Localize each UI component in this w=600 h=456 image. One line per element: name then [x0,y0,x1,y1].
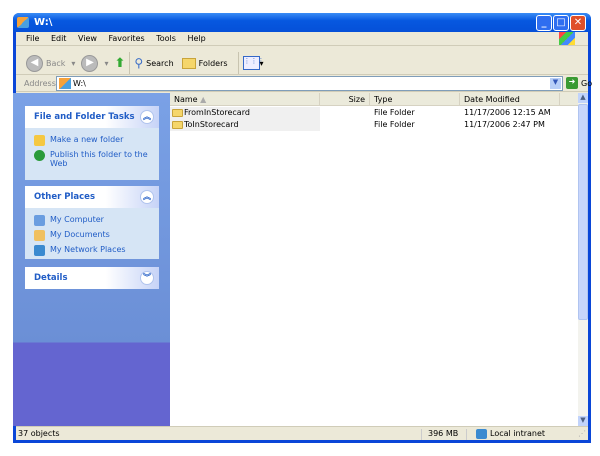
column-size[interactable]: Size [320,93,370,106]
folders-icon [181,57,196,69]
window-title: W:\ [34,17,53,28]
details-panel: Details ︾ [25,267,159,289]
address-input[interactable]: W:\ ▼ [56,76,563,91]
column-name[interactable]: Name ▲ [170,93,320,106]
up-folder-button[interactable]: ⬆ [114,56,125,71]
file-folder-tasks-panel: File and Folder Tasks ︽ Make a new folder… [25,106,159,180]
toolbar: ◀ Back ▾ ▶ ▾ ⬆ ⚲ Search Folders ⋮⋮⋮ ▾ [16,46,588,75]
new-folder-icon [34,135,45,146]
toolbar-separator [129,52,131,74]
intranet-icon [476,429,487,439]
forward-button[interactable]: ▶ [81,54,99,72]
file-name: ToInStorecard [184,120,239,129]
link-label: My Documents [50,230,110,239]
network-icon [34,245,45,256]
views-dropdown-icon[interactable]: ▾ [260,59,264,68]
windows-logo-icon [559,32,575,45]
globe-icon [34,150,45,161]
scroll-up-button[interactable]: ▲ [578,93,588,103]
forward-dropdown-icon[interactable]: ▾ [104,59,108,68]
file-name: FromInStorecard [184,108,250,117]
header-label: Name [174,95,198,104]
panel-title: Other Places [34,192,95,202]
collapse-icon[interactable]: ︽ [140,190,154,204]
status-size: 396 MB [428,429,459,438]
status-zone: Local intranet [490,429,546,438]
link-label: My Computer [50,215,104,224]
panel-header[interactable]: Details ︾ [25,267,159,289]
column-headers: Name ▲ Size Type Date Modified [170,93,578,106]
my-documents-link[interactable]: My Documents [25,228,159,243]
resize-grip-icon[interactable]: ⋰ [578,429,586,438]
explorer-window: W:\ _ □ ✕ File Edit View Favorites Tools… [13,13,592,443]
panel-header[interactable]: File and Folder Tasks ︽ [25,106,159,128]
address-dropdown-icon[interactable]: ▼ [550,78,561,89]
status-object-count: 37 objects [18,429,60,438]
file-date: 11/17/2006 12:15 AM [464,108,551,117]
menu-edit[interactable]: Edit [51,34,67,43]
address-label: Address [24,79,56,88]
drive-icon [59,78,71,89]
scroll-down-button[interactable]: ▼ [578,416,588,426]
folder-icon [172,120,183,129]
scroll-thumb[interactable] [578,104,588,320]
link-label: My Network Places [50,245,126,254]
file-row[interactable]: FromInStorecard File Folder 11/17/2006 1… [170,107,578,119]
vertical-scrollbar[interactable]: ▲ ▼ [578,93,588,426]
folders-button[interactable]: Folders [199,59,228,68]
menu-tools[interactable]: Tools [156,34,176,43]
search-icon: ⚲ [134,56,144,70]
file-type: File Folder [374,120,415,129]
search-button[interactable]: Search [146,59,173,68]
menu-favorites[interactable]: Favorites [109,34,145,43]
menu-help[interactable]: Help [187,34,205,43]
go-arrow-icon: ➜ [566,77,578,89]
back-arrow-icon[interactable]: ◀ [26,54,43,72]
back-dropdown-icon[interactable]: ▾ [71,59,75,68]
panel-header[interactable]: Other Places ︽ [25,186,159,208]
menu-bar: File Edit View Favorites Tools Help [16,32,588,46]
link-label: Publish this folder to the Web [50,150,148,168]
documents-icon [34,230,45,241]
minimize-button[interactable]: _ [536,15,552,31]
go-button[interactable]: ➜ Go [566,77,592,89]
make-new-folder-link[interactable]: Make a new folder [25,133,159,148]
views-button[interactable]: ⋮⋮⋮ [242,56,265,70]
task-pane: File and Folder Tasks ︽ Make a new folder… [13,93,170,426]
my-computer-link[interactable]: My Computer [25,213,159,228]
column-type[interactable]: Type [370,93,460,106]
file-type: File Folder [374,108,415,117]
my-network-places-link[interactable]: My Network Places [25,243,159,258]
panel-title: File and Folder Tasks [34,112,135,122]
other-places-panel: Other Places ︽ My Computer My Documents M… [25,186,159,259]
column-date-modified[interactable]: Date Modified [460,93,560,106]
panel-title: Details [34,273,68,283]
link-label: Make a new folder [50,135,124,144]
expand-icon[interactable]: ︾ [140,271,154,285]
file-list: Name ▲ Size Type Date Modified FromInSto… [170,93,578,426]
file-date: 11/17/2006 2:47 PM [464,120,545,129]
address-bar: Address W:\ ▼ ➜ Go [16,75,592,92]
publish-folder-link[interactable]: Publish this folder to the Web [25,148,159,170]
drive-icon [17,17,29,28]
close-button[interactable]: ✕ [570,15,586,31]
status-bar: 37 objects 396 MB Local intranet ⋰ [16,426,588,440]
address-value: W:\ [73,79,86,88]
folder-icon [172,108,183,117]
toolbar-separator [237,52,239,74]
title-bar[interactable]: W:\ _ □ ✕ [13,13,591,32]
file-row[interactable]: ToInStorecard File Folder 11/17/2006 2:4… [170,119,578,131]
menu-file[interactable]: File [26,34,39,43]
maximize-button[interactable]: □ [553,15,569,31]
sort-ascending-icon: ▲ [200,95,207,104]
menu-view[interactable]: View [78,34,97,43]
back-button[interactable]: Back [46,59,65,68]
computer-icon [34,215,45,226]
collapse-icon[interactable]: ︽ [140,110,154,124]
go-label: Go [581,78,593,88]
